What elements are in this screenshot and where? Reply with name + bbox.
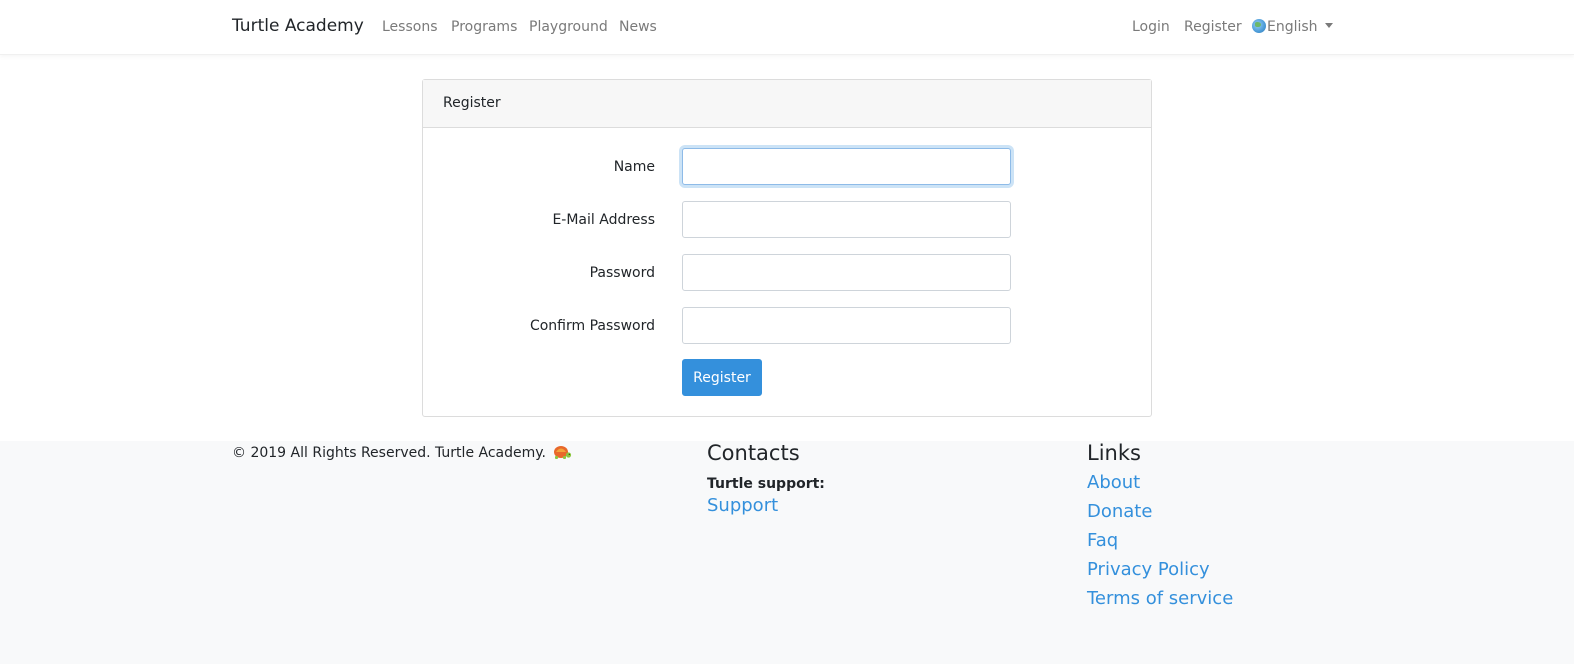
footer-link-about[interactable]: About bbox=[1087, 472, 1140, 493]
name-label: Name bbox=[613, 159, 655, 175]
register-card: Register Name E-Mail Address Password Co… bbox=[422, 79, 1152, 417]
support-link[interactable]: Support bbox=[707, 495, 778, 516]
password-input[interactable] bbox=[682, 254, 1011, 291]
footer-link-privacy-policy[interactable]: Privacy Policy bbox=[1087, 559, 1210, 580]
email-label: E-Mail Address bbox=[552, 212, 655, 228]
nav-link-login[interactable]: Login bbox=[1132, 19, 1170, 35]
footer-link-terms-of-service[interactable]: Terms of service bbox=[1087, 588, 1233, 609]
contacts-heading: Contacts bbox=[707, 441, 800, 465]
support-label: Turtle support: bbox=[707, 476, 825, 492]
footer-link-faq[interactable]: Faq bbox=[1087, 530, 1118, 551]
top-navbar: Turtle Academy Lessons Programs Playgrou… bbox=[0, 0, 1574, 55]
nav-link-news[interactable]: News bbox=[619, 19, 657, 35]
footer: © 2019 All Rights Reserved. Turtle Acade… bbox=[0, 441, 1574, 664]
copyright: © 2019 All Rights Reserved. Turtle Acade… bbox=[232, 444, 572, 461]
nav-link-register[interactable]: Register bbox=[1184, 19, 1242, 35]
turtle-logo-icon bbox=[554, 446, 572, 459]
confirm-password-label: Confirm Password bbox=[529, 318, 655, 334]
nav-link-playground[interactable]: Playground bbox=[529, 19, 608, 35]
language-label: English bbox=[1267, 19, 1318, 35]
caret-down-icon bbox=[1324, 23, 1333, 28]
card-header: Register bbox=[423, 80, 1151, 128]
register-button[interactable]: Register bbox=[682, 359, 762, 396]
password-label: Password bbox=[589, 265, 655, 281]
brand-link[interactable]: Turtle Academy bbox=[232, 16, 364, 36]
name-input[interactable] bbox=[682, 148, 1011, 185]
email-input[interactable] bbox=[682, 201, 1011, 238]
language-dropdown[interactable]: English bbox=[1252, 19, 1333, 35]
nav-link-programs[interactable]: Programs bbox=[451, 19, 517, 35]
globe-icon bbox=[1252, 19, 1266, 33]
links-heading: Links bbox=[1087, 441, 1141, 465]
nav-link-lessons[interactable]: Lessons bbox=[382, 19, 438, 35]
copyright-text: © 2019 All Rights Reserved. Turtle Acade… bbox=[232, 445, 546, 461]
footer-link-donate[interactable]: Donate bbox=[1087, 501, 1152, 522]
confirm-password-input[interactable] bbox=[682, 307, 1011, 344]
